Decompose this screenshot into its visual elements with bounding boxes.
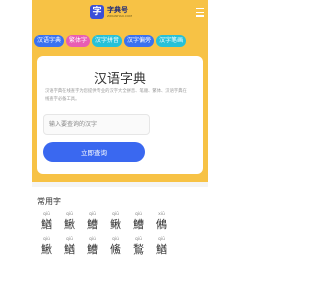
common-chars-title: 常用字: [37, 197, 61, 206]
char-hanzi: 鵂: [156, 218, 167, 231]
common-chars-section: 常用字 qiū 鰌 qiū 鰍 qiū 鰽 qiū 鳅 qiú 鰽 xiū 鵂 qiú 鰍 q…: [32, 187, 208, 300]
mobile-page: 字 字典号 ZIDIANHAO.COM 汉语字典 繁体字 汉字拼音 汉字偏旁 汉…: [32, 0, 208, 300]
char-hanzi: 鶖: [133, 243, 144, 256]
char-item[interactable]: qiū 鰌: [58, 237, 81, 259]
search-card: 汉语字典 汉语字典在线查字为您提供专业的汉字大全拼音、笔顺、繁体、汉语字典在线查…: [37, 56, 203, 174]
char-hanzi: 鰽: [87, 218, 98, 231]
nav-pill-bihua[interactable]: 汉字笔画: [156, 35, 187, 47]
char-hanzi: 鳅: [110, 218, 121, 231]
char-item[interactable]: qiū 鶖: [127, 237, 150, 259]
char-hanzi: 鯈: [110, 243, 121, 256]
logo-text: 字典号 ZIDIANHAO.COM: [107, 6, 132, 18]
char-item[interactable]: qiū 鰽: [81, 212, 104, 234]
nav-pills: 汉语字典 繁体字 汉字拼音 汉字偏旁 汉字笔画: [34, 35, 187, 47]
char-hanzi: 鰌: [156, 243, 167, 256]
nav-pill-hanyu-zidian[interactable]: 汉语字典: [34, 35, 65, 47]
search-input[interactable]: [43, 114, 150, 135]
char-item[interactable]: qiū 鰌: [35, 212, 58, 234]
char-hanzi: 鰌: [41, 218, 52, 231]
char-item[interactable]: qiú 鰽: [127, 212, 150, 234]
site-logo[interactable]: 字 字典号 ZIDIANHAO.COM: [90, 5, 132, 19]
char-item[interactable]: qiú 鰍: [35, 237, 58, 259]
char-hanzi: 鰍: [64, 218, 75, 231]
nav-pill-fantizi[interactable]: 繁体字: [66, 35, 91, 47]
logo-badge-icon: 字: [90, 5, 104, 19]
char-item[interactable]: xiū 鵂: [150, 212, 173, 234]
logo-subtitle: ZIDIANHAO.COM: [107, 14, 132, 18]
char-item[interactable]: qiú 鯈: [104, 237, 127, 259]
card-title: 汉语字典: [93, 72, 146, 87]
char-hanzi: 鰍: [41, 243, 52, 256]
card-description: 汉语字典在线查字为您提供专业的汉字大全拼音、笔顺、繁体、汉语字典在线查字必备工具…: [45, 89, 187, 102]
outer-margin-left: [0, 0, 32, 300]
char-hanzi: 鰽: [133, 218, 144, 231]
char-item[interactable]: qiū 鳅: [104, 212, 127, 234]
nav-pill-pinyin[interactable]: 汉字拼音: [92, 35, 123, 47]
top-header: 字 字典号 ZIDIANHAO.COM: [32, 0, 208, 26]
search-button[interactable]: 立即查询: [43, 142, 145, 162]
char-hanzi: 鰌: [64, 243, 75, 256]
logo-title: 字典号: [107, 6, 128, 14]
char-hanzi: 鰽: [87, 243, 98, 256]
char-item[interactable]: qiū 鰍: [58, 212, 81, 234]
char-item[interactable]: qiū 鰌: [150, 237, 173, 259]
common-chars-grid: qiū 鰌 qiū 鰍 qiū 鰽 qiū 鳅 qiú 鰽 xiū 鵂 qiú 鰍 qiū 鰌 …: [35, 212, 173, 259]
char-item[interactable]: qiú 鰽: [81, 237, 104, 259]
outer-margin-right: [208, 0, 300, 300]
hamburger-menu-icon[interactable]: [196, 8, 204, 17]
nav-pill-pianpang[interactable]: 汉字偏旁: [124, 35, 155, 47]
